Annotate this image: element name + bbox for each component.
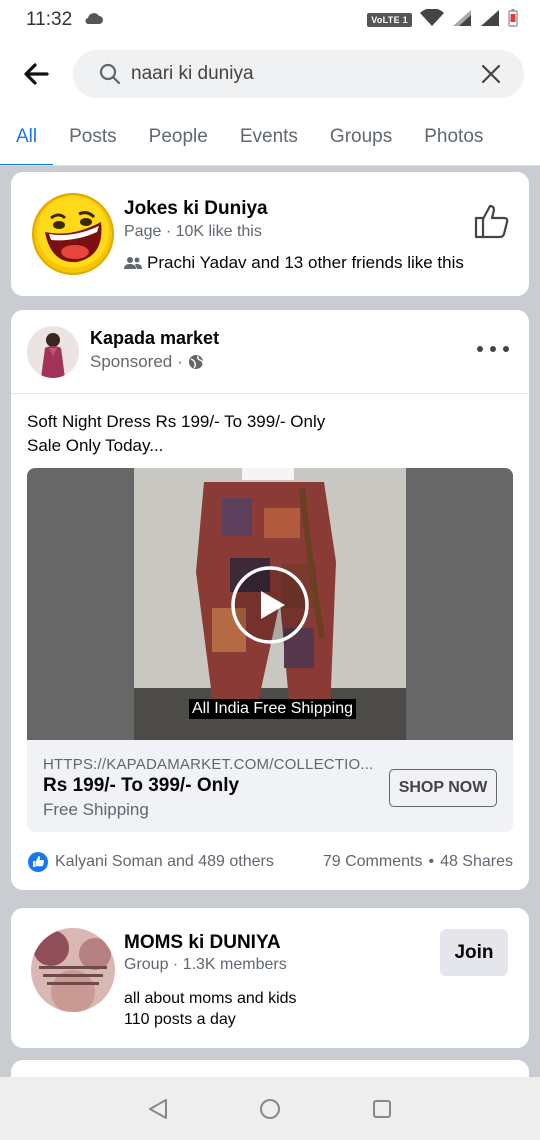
globe-icon [188, 355, 204, 369]
friends-icon [124, 257, 142, 269]
advertiser-avatar[interactable] [27, 326, 79, 378]
group-meta: Group · 1.3K members [124, 956, 287, 973]
video-caption: All India Free Shipping [189, 699, 356, 719]
link-title: Rs 199/- To 399/- Only [43, 775, 240, 796]
like-reaction-icon [28, 852, 48, 872]
sponsored-text: Sponsored · [90, 352, 183, 371]
tab-posts[interactable]: Posts [53, 108, 133, 165]
comments-count[interactable]: 79 Comments [323, 853, 423, 871]
group-description: all about moms and kids 110 posts a day [124, 988, 297, 1030]
signal-x-icon [480, 9, 500, 32]
play-icon[interactable] [230, 565, 310, 645]
divider [11, 393, 529, 394]
group-avatar [31, 928, 115, 1012]
arrow-left-icon [24, 63, 49, 85]
reactions-text: Kalyani Soman and 489 others [55, 853, 274, 870]
back-button[interactable] [18, 58, 54, 90]
nav-recents-button[interactable] [370, 1097, 394, 1121]
volte-badge: VoLTE 1 [367, 13, 412, 27]
link-subtitle: Free Shipping [43, 800, 149, 819]
friends-like-line: Prachi Yadav and 13 other friends like t… [124, 253, 464, 273]
page-name[interactable]: Jokes ki Duniya [124, 198, 268, 220]
post-text-line2: Sale Only Today... [27, 436, 164, 455]
group-desc-line1: all about moms and kids [124, 990, 297, 1007]
shares-count[interactable]: 48 Shares [440, 853, 513, 871]
reactions-summary[interactable]: Kalyani Soman and 489 others [27, 851, 274, 873]
video-player[interactable]: All India Free Shipping [27, 468, 513, 740]
advertiser-name[interactable]: Kapada market [90, 328, 219, 349]
circle-home-icon [260, 1098, 280, 1119]
nav-home-button[interactable] [258, 1097, 282, 1121]
friends-like-text: Prachi Yadav and 13 other friends like t… [147, 253, 464, 272]
status-bar: 11:32 VoLTE 1 [0, 0, 540, 40]
group-desc-line2: 110 posts a day [124, 1011, 236, 1028]
link-preview[interactable]: HTTPS://KAPADAMARKET.COM/COLLECTIO... Rs… [27, 740, 513, 832]
post-text-line1: Soft Night Dress Rs 199/- To 399/- Only [27, 412, 326, 431]
nav-back-button[interactable] [146, 1097, 170, 1121]
clear-search-button[interactable] [482, 65, 500, 83]
thumbs-up-icon[interactable] [473, 202, 511, 240]
cloud-upload-icon [84, 10, 104, 31]
page-result-card[interactable]: Jokes ki Duniya Page · 10K like this Pra… [11, 172, 529, 296]
more-options-button[interactable] [477, 340, 509, 358]
status-time: 11:32 [26, 9, 73, 30]
wifi-icon [420, 7, 444, 32]
sponsored-post-card: Kapada market Sponsored · Soft Night Dre… [11, 310, 529, 890]
search-icon [99, 63, 121, 85]
group-result-card[interactable]: MOMS ki DUNIYA Group · 1.3K members all … [11, 908, 529, 1048]
signal-r-icon [452, 9, 472, 32]
page-meta: Page · 10K like this [124, 223, 262, 240]
close-icon [482, 65, 500, 83]
tab-groups[interactable]: Groups [314, 108, 408, 165]
tab-people[interactable]: People [133, 108, 224, 165]
tab-photos[interactable]: Photos [408, 108, 499, 165]
group-name[interactable]: MOMS ki DUNIYA [124, 932, 281, 954]
battery-low-icon [508, 8, 518, 32]
engagement-counts: 79 Comments • 48 Shares [323, 853, 513, 871]
link-url: HTTPS://KAPADAMARKET.COM/COLLECTIO... [43, 756, 374, 773]
search-header [0, 40, 540, 108]
join-group-button[interactable]: Join [440, 929, 508, 976]
square-recents-icon [373, 1099, 391, 1118]
count-separator: • [428, 853, 435, 870]
tab-all[interactable]: All [0, 108, 54, 165]
triangle-back-icon [149, 1098, 167, 1119]
tab-events[interactable]: Events [224, 108, 314, 165]
search-filter-tabs: All Posts People Events Groups Photos [0, 108, 540, 166]
page-avatar [32, 193, 114, 275]
post-text: Soft Night Dress Rs 199/- To 399/- Only … [27, 410, 325, 458]
sponsored-label: Sponsored · [90, 352, 204, 372]
search-input[interactable] [131, 63, 461, 85]
system-nav-bar [0, 1077, 540, 1140]
shop-now-button[interactable]: SHOP NOW [389, 769, 497, 807]
search-bar[interactable] [73, 50, 524, 98]
